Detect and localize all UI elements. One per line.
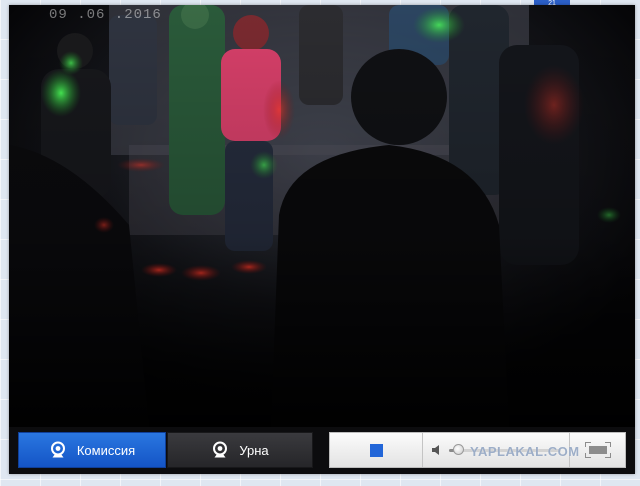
speaker-icon[interactable] xyxy=(432,445,444,455)
video-frame[interactable]: 09 .06 .2016 xyxy=(9,5,635,427)
tab-urna-label: Урна xyxy=(239,442,269,458)
watermark: YAPLAKAL.COM xyxy=(470,444,580,459)
volume-slider-knob[interactable] xyxy=(453,444,465,455)
tab-komissia-label: Комиссия xyxy=(76,442,136,458)
tab-urna[interactable]: Урна xyxy=(167,432,313,468)
webcam-icon xyxy=(50,441,65,458)
video-player: 09 .06 .2016 Комиссия Урна xyxy=(9,5,635,474)
stop-icon xyxy=(369,443,383,457)
page: 21 09 .06 .2016 Комиссия Урна YAPLAKAL.C… xyxy=(0,0,640,486)
tab-komissia[interactable]: Комиссия xyxy=(18,432,166,468)
stop-button[interactable] xyxy=(330,433,423,467)
video-timestamp-overlay: 09 .06 .2016 xyxy=(49,7,162,23)
fullscreen-icon xyxy=(584,442,611,458)
webcam-icon xyxy=(213,441,228,458)
video-scene xyxy=(9,5,635,427)
